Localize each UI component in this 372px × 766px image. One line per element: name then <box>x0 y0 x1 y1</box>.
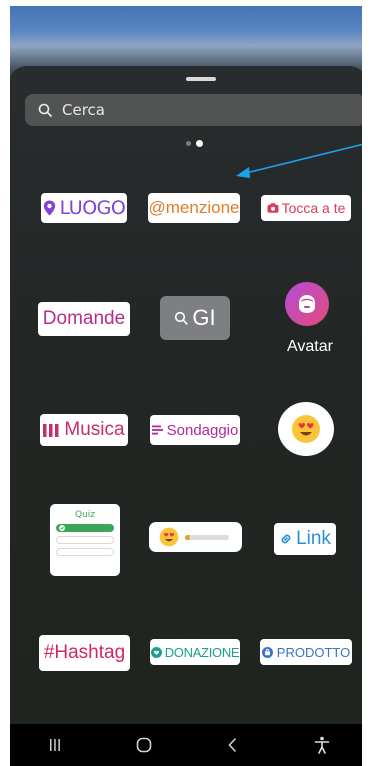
annotation-arrow <box>236 141 372 178</box>
quiz-sticker-label: Quiz <box>74 510 95 520</box>
product-sticker[interactable]: PRODOTTO <box>260 639 352 665</box>
music-sticker-label: Musica <box>64 419 125 440</box>
gif-sticker-label: GI <box>192 305 216 330</box>
location-sticker[interactable]: LUOGO <box>41 193 127 223</box>
camera-icon <box>267 203 279 213</box>
donation-sticker-label: DONAZIONE <box>164 644 240 660</box>
system-navigation-bar <box>10 724 366 766</box>
questions-sticker-label: Domande <box>42 308 126 329</box>
emoji-reaction-sticker[interactable] <box>278 402 334 456</box>
hashtag-sticker-label: #Hashtag <box>43 642 126 663</box>
slider-emoji-icon <box>159 527 179 547</box>
recent-apps-icon <box>49 739 60 751</box>
avatar-face-icon <box>299 295 315 313</box>
donation-sticker[interactable]: DONAZIONE <box>150 639 240 665</box>
poll-sticker[interactable]: Sondaggio <box>150 415 240 445</box>
shopping-bag-icon <box>261 646 273 658</box>
home-icon <box>136 737 151 753</box>
screen: Cerca LUOGO @menzione Tocca a te Domande <box>0 0 372 766</box>
quiz-option <box>56 536 114 544</box>
product-sticker-label: PRODOTTO <box>276 644 351 660</box>
link-icon <box>281 534 291 544</box>
quiz-option-correct <box>56 524 114 532</box>
link-sticker-label: Link <box>296 528 331 549</box>
link-sticker[interactable]: Link <box>274 523 336 555</box>
hashtag-sticker[interactable]: #Hashtag <box>39 635 130 671</box>
poll-lines-icon <box>151 425 163 435</box>
recent-apps-button[interactable] <box>35 730 75 760</box>
music-bars-icon <box>43 423 59 437</box>
quiz-option <box>56 548 114 556</box>
slider-track <box>185 534 229 540</box>
gif-sticker[interactable]: GI <box>160 296 230 340</box>
back-icon <box>227 738 236 752</box>
gif-search-icon <box>175 311 188 325</box>
check-icon <box>59 525 65 531</box>
location-sticker-label: LUOGO <box>59 197 126 219</box>
home-button[interactable] <box>124 730 164 760</box>
accessibility-button[interactable] <box>302 730 342 760</box>
donation-heart-icon <box>150 646 162 658</box>
avatar-sticker[interactable] <box>285 282 329 326</box>
mention-sticker-label: @menzione <box>148 198 240 217</box>
avatar-sticker-label: Avatar <box>287 338 333 355</box>
emoji-slider-sticker[interactable] <box>149 522 242 552</box>
add-yours-sticker-label: Tocca a te <box>281 200 346 216</box>
questions-sticker[interactable]: Domande <box>38 302 130 336</box>
music-sticker[interactable]: Musica <box>40 414 128 446</box>
add-yours-sticker[interactable]: Tocca a te <box>261 195 351 221</box>
poll-sticker-label: Sondaggio <box>166 421 239 439</box>
location-pin-icon <box>43 200 55 216</box>
accessibility-icon <box>314 736 329 754</box>
back-button[interactable] <box>213 730 253 760</box>
mention-sticker[interactable]: @menzione <box>148 193 240 223</box>
quiz-sticker[interactable]: Quiz <box>50 504 120 576</box>
heart-eyes-emoji-icon <box>292 415 320 443</box>
